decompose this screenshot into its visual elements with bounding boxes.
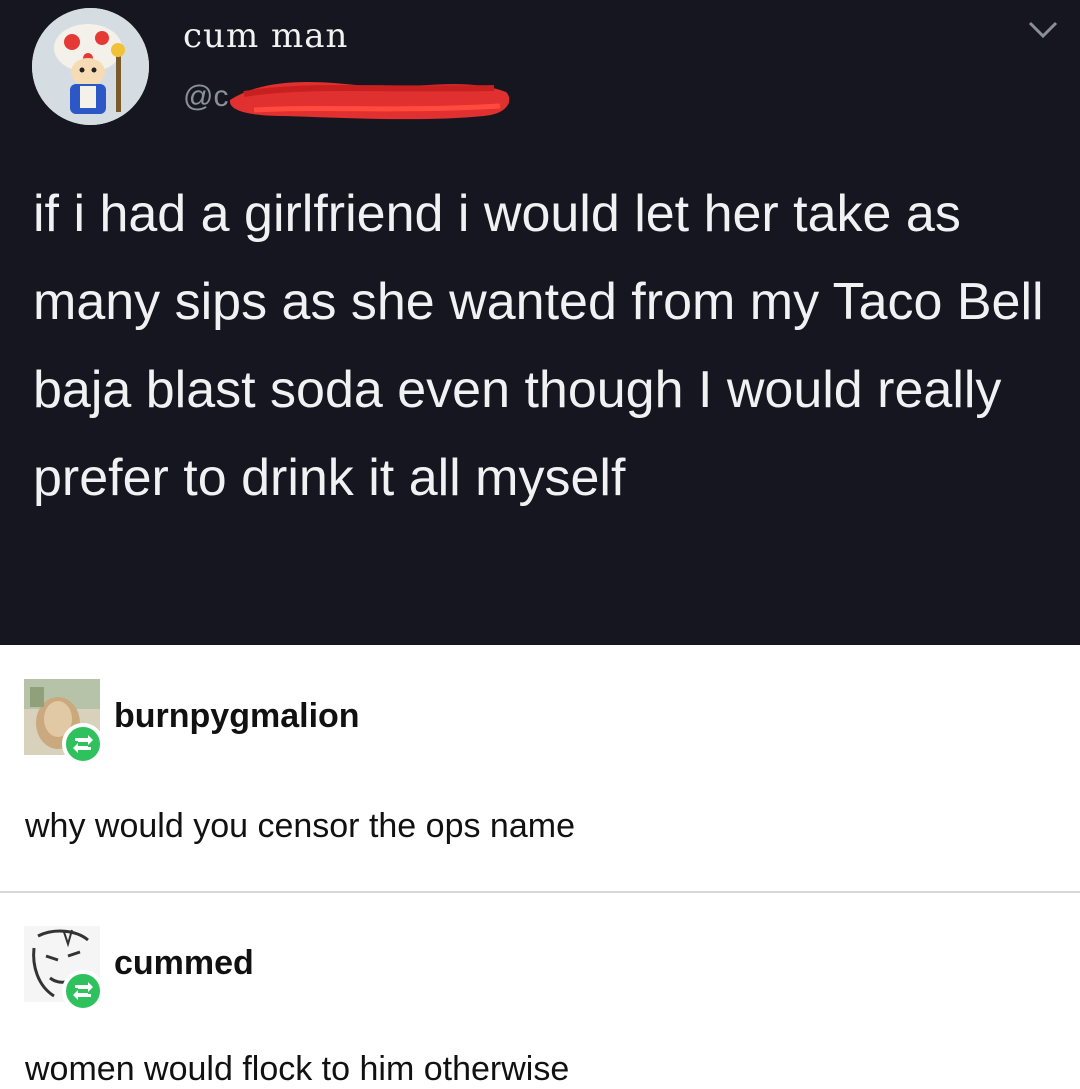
comment-text: women would flock to him otherwise: [25, 1050, 570, 1088]
reblog-icon: [62, 723, 104, 765]
tweet-handle[interactable]: @c: [183, 80, 228, 114]
reblog-icon: [62, 970, 104, 1012]
comment-text: why would you censor the ops name: [25, 807, 575, 845]
toad-avatar-icon[interactable]: [32, 8, 149, 125]
tweet-display-name[interactable]: cum man: [183, 16, 348, 56]
tweet-text: if i had a girlfriend i would let her ta…: [33, 185, 1044, 507]
divider: [0, 891, 1080, 893]
tweet-card: cum man @c if i had a girlfriend i would…: [0, 0, 1080, 645]
redaction-scribble: [229, 81, 510, 120]
comment-username[interactable]: cummed: [114, 944, 254, 983]
comment-username[interactable]: burnpygmalion: [114, 697, 360, 736]
chevron-down-icon[interactable]: [1026, 18, 1060, 42]
